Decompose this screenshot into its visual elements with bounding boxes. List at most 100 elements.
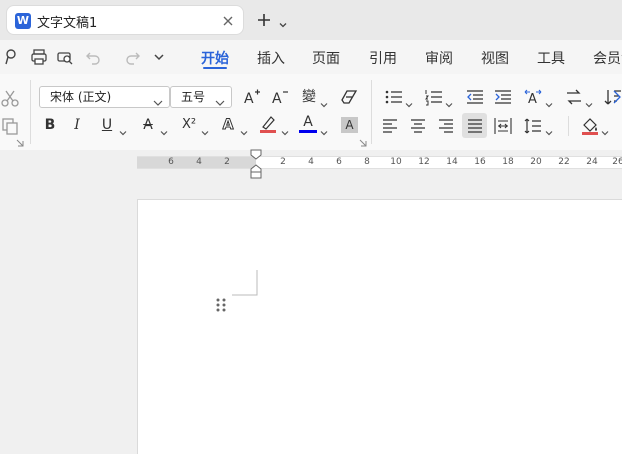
decrease-font-size-icon[interactable]: A <box>270 87 290 107</box>
font-color-button[interactable]: A <box>298 112 318 132</box>
margin-corner-mark <box>232 270 258 296</box>
highlight-dropdown-icon[interactable] <box>281 122 289 136</box>
ruler-label: 22 <box>558 157 570 167</box>
shading-dropdown-icon[interactable] <box>601 122 609 136</box>
strikethrough-button[interactable]: A <box>138 115 158 135</box>
phonetic-guide-button[interactable]: 變 <box>298 87 320 107</box>
character-shading-button[interactable]: A <box>341 117 358 133</box>
font-size-select[interactable]: 五号 <box>170 86 232 108</box>
underline-dropdown-icon[interactable] <box>119 122 127 136</box>
redo-icon[interactable] <box>124 48 142 66</box>
document-page[interactable] <box>137 199 622 454</box>
wps-writer-logo: W <box>15 13 31 29</box>
align-left-icon[interactable] <box>380 116 400 136</box>
horizontal-ruler[interactable]: 6 4 2 2 4 6 8 10 12 14 16 18 20 22 24 26 <box>137 156 622 169</box>
chevron-down-icon[interactable] <box>278 15 288 28</box>
font-color-dropdown-icon[interactable] <box>320 122 328 136</box>
numbered-list-dropdown-icon[interactable] <box>445 94 453 108</box>
ruler-label: 2 <box>280 157 286 167</box>
font-name-value: 宋体 (正文) <box>50 90 112 104</box>
superscript-dropdown-icon[interactable] <box>201 122 209 136</box>
indent-marker-icon[interactable] <box>250 149 262 179</box>
superscript-button[interactable]: X² <box>178 115 200 135</box>
shading-fill-icon[interactable] <box>580 116 600 136</box>
ruler-label: 8 <box>364 157 370 167</box>
text-effect-button[interactable]: A <box>218 115 238 135</box>
align-justify-icon <box>465 116 485 136</box>
font-color-swatch <box>299 130 317 133</box>
ribbon-divider <box>568 116 569 136</box>
svg-text:A: A <box>244 91 254 107</box>
document-tab[interactable]: W 文字文稿1 <box>6 5 244 35</box>
ruler-label: 10 <box>390 157 402 167</box>
tab-member[interactable]: 会员专 <box>593 48 622 68</box>
highlight-icon[interactable] <box>258 114 278 134</box>
ribbon-divider <box>371 80 372 144</box>
align-right-icon[interactable] <box>436 116 456 136</box>
bold-button[interactable]: B <box>40 115 60 135</box>
italic-button[interactable]: I <box>67 115 87 135</box>
font-launcher-icon[interactable] <box>358 138 368 148</box>
ruler-label: 18 <box>502 157 514 167</box>
bullet-list-icon[interactable] <box>384 87 404 107</box>
line-spacing-dropdown-icon[interactable] <box>545 122 553 136</box>
phonetic-dropdown-icon[interactable] <box>320 94 328 108</box>
print-icon[interactable] <box>30 48 48 66</box>
undo-icon[interactable] <box>84 48 102 66</box>
font-size-value: 五号 <box>181 90 206 104</box>
tab-home[interactable]: 开始 <box>201 48 229 68</box>
clipboard-launcher-icon[interactable] <box>15 138 25 148</box>
bullet-list-dropdown-icon[interactable] <box>405 94 413 108</box>
active-tab-indicator <box>203 67 227 69</box>
line-spacing-icon[interactable] <box>523 116 543 136</box>
svg-text:A: A <box>528 92 537 107</box>
tab-tools[interactable]: 工具 <box>537 48 565 68</box>
chevron-down-icon <box>153 93 163 106</box>
format-painter-icon[interactable] <box>3 48 21 66</box>
ruler-label: 6 <box>168 157 174 167</box>
strikethrough-dropdown-icon[interactable] <box>160 122 168 136</box>
numbered-list-icon[interactable] <box>424 87 444 107</box>
ruler-label: 20 <box>530 157 542 167</box>
document-title: 文字文稿1 <box>37 16 98 31</box>
tab-insert[interactable]: 插入 <box>257 48 285 68</box>
new-tab-icon[interactable] <box>256 12 272 28</box>
underline-button[interactable]: U <box>97 115 117 135</box>
drag-handle-icon[interactable] <box>215 297 227 313</box>
more-quick-access-icon[interactable] <box>152 49 166 63</box>
clear-format-icon[interactable] <box>340 87 360 107</box>
more-ribbon-icon[interactable] <box>612 89 622 105</box>
tab-page[interactable]: 页面 <box>312 48 340 68</box>
text-direction-dropdown-icon[interactable] <box>545 94 553 108</box>
ruler-label: 12 <box>418 157 430 167</box>
ruler-label: 14 <box>446 157 458 167</box>
title-bar: W 文字文稿1 <box>0 0 622 40</box>
tab-view[interactable]: 视图 <box>481 48 509 68</box>
font-name-select[interactable]: 宋体 (正文) <box>39 86 170 108</box>
distribute-icon[interactable] <box>493 116 513 136</box>
tab-references[interactable]: 引用 <box>369 48 397 68</box>
close-tab-icon[interactable] <box>221 13 235 27</box>
ruler-label: 16 <box>474 157 486 167</box>
increase-indent-icon[interactable] <box>493 87 513 107</box>
ruler-label: 4 <box>196 157 202 167</box>
text-direction-icon[interactable]: A <box>523 87 543 107</box>
ruler-label: 4 <box>308 157 314 167</box>
ruler-label: 2 <box>224 157 230 167</box>
ruler-label: 6 <box>336 157 342 167</box>
text-effect-dropdown-icon[interactable] <box>240 122 248 136</box>
ribbon-divider <box>30 80 31 144</box>
tab-review[interactable]: 审阅 <box>425 48 453 68</box>
ruler-label: 24 <box>586 157 598 167</box>
ruler-label: 26 <box>612 157 622 167</box>
chevron-down-icon <box>215 93 225 106</box>
menu-bar: 开始 插入 页面 引用 审阅 视图 工具 会员专 <box>0 40 622 105</box>
align-center-icon[interactable] <box>408 116 428 136</box>
print-preview-icon[interactable] <box>56 48 74 66</box>
cut-icon[interactable] <box>0 88 20 108</box>
decrease-indent-icon[interactable] <box>465 87 485 107</box>
sort-dropdown-icon[interactable] <box>585 94 593 108</box>
increase-font-size-icon[interactable]: A <box>242 87 262 107</box>
sort-exchange-icon[interactable] <box>564 87 584 107</box>
copy-icon[interactable] <box>0 116 20 136</box>
